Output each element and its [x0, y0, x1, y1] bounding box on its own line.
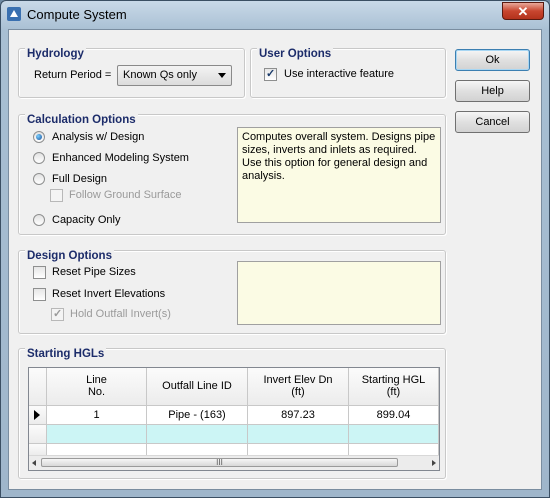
column-header-text: Invert Elev Dn [263, 374, 333, 386]
table-cell-empty[interactable] [248, 425, 349, 444]
column-header-starting-hgl[interactable]: Starting HGL (ft) [349, 368, 439, 406]
radio-capacity-only[interactable] [33, 214, 45, 226]
table-cell-line-no[interactable]: 1 [47, 406, 147, 425]
user-options-group: User Options ✓ Use interactive feature [250, 48, 446, 98]
follow-ground-checkbox[interactable] [50, 189, 63, 202]
checkmark-icon: ✓ [53, 308, 63, 320]
scroll-left-icon[interactable] [32, 460, 36, 466]
full-design-label: Full Design [52, 173, 108, 185]
design-description [237, 261, 441, 325]
column-header-text: (ft) [291, 386, 305, 398]
column-header-text: No. [87, 386, 106, 398]
row-header-corner [29, 368, 47, 406]
radio-enhanced-modeling[interactable] [33, 152, 45, 164]
title-bar[interactable]: Compute System ✕ [1, 1, 549, 29]
app-icon [7, 7, 21, 21]
interactive-feature-label: Use interactive feature [284, 68, 395, 80]
column-header-text: Line [86, 374, 107, 386]
reset-invert-elevations-checkbox[interactable] [33, 288, 46, 301]
analysis-design-label: Analysis w/ Design [52, 131, 145, 143]
user-options-title: User Options [257, 48, 334, 60]
row-selector[interactable] [29, 425, 47, 444]
column-header-line-no[interactable]: Line No. [47, 368, 147, 406]
radio-full-design[interactable] [33, 173, 45, 185]
checkmark-icon: ✓ [266, 68, 276, 80]
scroll-right-icon[interactable] [432, 460, 436, 466]
enhanced-modeling-label: Enhanced Modeling System [52, 152, 189, 164]
table-cell-empty[interactable] [47, 425, 147, 444]
calculation-options-title: Calculation Options [25, 114, 138, 126]
column-header-text: (ft) [386, 386, 401, 398]
design-options-group: Design Options Reset Pipe Sizes Reset In… [18, 250, 446, 334]
interactive-feature-checkbox[interactable]: ✓ [264, 68, 277, 81]
return-period-value: Known Qs only [123, 69, 197, 81]
column-header-outfall-id[interactable]: Outfall Line ID [147, 368, 248, 406]
return-period-label: Return Period = [34, 69, 112, 81]
dialog-body: Ok Help Cancel Hydrology Return Period =… [8, 29, 542, 490]
calculation-options-group: Calculation Options Analysis w/ Design E… [18, 114, 446, 235]
reset-pipe-sizes-label: Reset Pipe Sizes [52, 266, 136, 278]
table-cell-empty[interactable] [147, 425, 248, 444]
ok-button[interactable]: Ok [455, 49, 530, 71]
calculation-description: Computes overall system. Designs pipe si… [237, 127, 441, 223]
column-header-invert-elev[interactable]: Invert Elev Dn (ft) [248, 368, 349, 406]
capacity-only-label: Capacity Only [52, 214, 121, 226]
table-cell-starting-hgl[interactable]: 899.04 [349, 406, 439, 425]
follow-ground-label: Follow Ground Surface [69, 189, 182, 201]
hydrology-title: Hydrology [25, 48, 86, 60]
help-button[interactable]: Help [455, 80, 530, 102]
compute-system-window: Compute System ✕ Ok Help Cancel Hydrolog… [0, 0, 550, 498]
column-header-text: Outfall Line ID [162, 380, 232, 392]
chevron-down-icon [218, 73, 226, 78]
starting-hgls-table[interactable]: Line No. Outfall Line ID Invert Elev Dn … [28, 367, 440, 471]
table-cell-outfall-id[interactable]: Pipe - (163) [147, 406, 248, 425]
grip-icon: III [216, 458, 223, 467]
hydrology-group: Hydrology Return Period = Known Qs only [18, 48, 245, 98]
hold-outfall-inverts-label: Hold Outfall Invert(s) [70, 308, 171, 320]
reset-pipe-sizes-checkbox[interactable] [33, 266, 46, 279]
window-title: Compute System [27, 7, 127, 22]
row-selector[interactable] [29, 406, 47, 425]
table-cell-invert-elev[interactable]: 897.23 [248, 406, 349, 425]
scrollbar-thumb[interactable]: III [41, 458, 398, 467]
radio-selected-dot [36, 134, 42, 140]
current-row-arrow-icon [34, 410, 40, 420]
close-icon: ✕ [517, 4, 529, 19]
cancel-button[interactable]: Cancel [455, 111, 530, 133]
horizontal-scrollbar[interactable]: III [29, 455, 439, 470]
return-period-dropdown[interactable]: Known Qs only [117, 65, 232, 86]
design-options-title: Design Options [25, 250, 114, 262]
close-button[interactable]: ✕ [502, 2, 544, 20]
reset-invert-elevations-label: Reset Invert Elevations [52, 288, 166, 300]
hold-outfall-inverts-checkbox[interactable]: ✓ [51, 308, 64, 321]
starting-hgls-title: Starting HGLs [25, 348, 107, 360]
column-header-text: Starting HGL [361, 374, 426, 386]
table-cell-empty[interactable] [349, 425, 439, 444]
radio-analysis-design[interactable] [33, 131, 45, 143]
